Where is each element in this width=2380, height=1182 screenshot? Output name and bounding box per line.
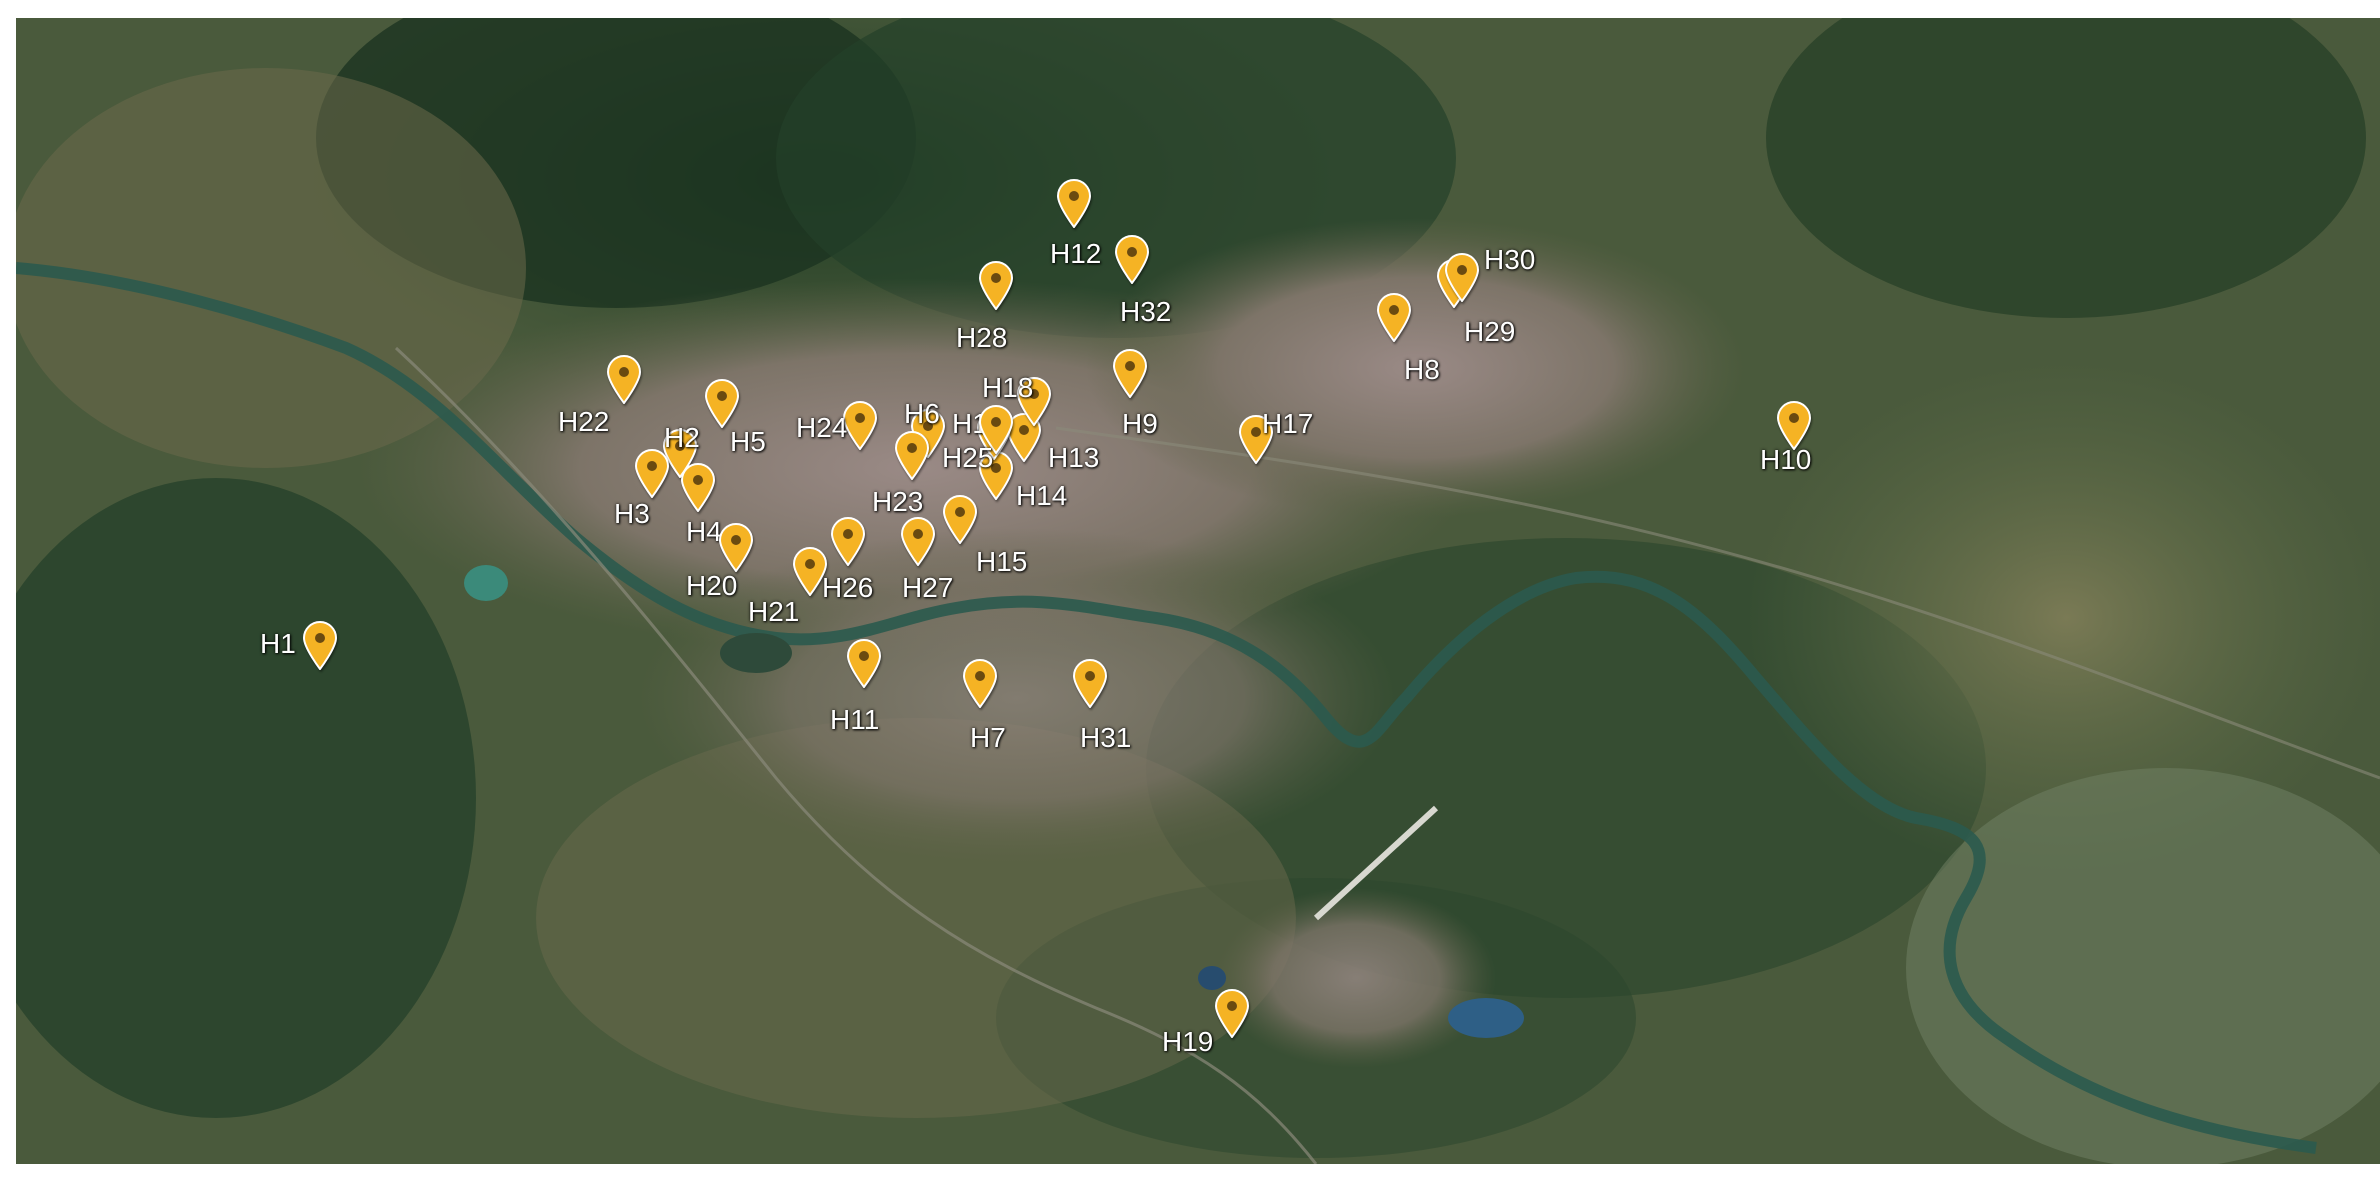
map-pin-icon[interactable]	[941, 494, 979, 544]
marker-label: H6	[904, 398, 940, 429]
marker-label: H24	[796, 412, 848, 443]
marker-label: H8	[1404, 354, 1440, 385]
marker-label: H26	[822, 572, 874, 603]
marker-label: H15	[976, 546, 1028, 577]
marker-label: H20	[686, 570, 738, 601]
marker-label: H25	[942, 442, 994, 473]
marker-label: H30	[1484, 244, 1536, 275]
marker-label: H32	[1120, 296, 1172, 327]
marker-label: H11	[830, 704, 880, 735]
marker-label: H9	[1122, 408, 1158, 439]
map-pin-icon[interactable]	[703, 378, 741, 428]
marker-label: H21	[748, 596, 800, 627]
map-pin-icon[interactable]	[633, 448, 671, 498]
marker-label: H10	[1760, 444, 1812, 475]
marker-label: H13	[1048, 442, 1100, 473]
marker-label: H3	[614, 498, 650, 529]
map-pin-icon[interactable]	[301, 620, 339, 670]
map-pin-icon[interactable]	[829, 516, 867, 566]
marker-label: H14	[1016, 480, 1068, 511]
marker-label: H22	[558, 406, 610, 437]
marker-label: H23	[872, 486, 924, 517]
marker-label: H18	[982, 372, 1034, 403]
map-pin-icon[interactable]	[899, 516, 937, 566]
satellite-map[interactable]: H1 H2 H3 H4 H5 H6 H7 H8 H9 H10 H11 H12 H13 H14 H15 H16 H…	[16, 18, 2380, 1164]
marker-label: H1	[260, 628, 296, 659]
map-pin-icon[interactable]	[977, 260, 1015, 310]
marker-label: H7	[970, 722, 1006, 753]
map-pin-icon[interactable]	[1375, 292, 1413, 342]
map-pin-icon[interactable]	[1111, 348, 1149, 398]
marker-label: H17	[1262, 408, 1314, 439]
map-pin-icon[interactable]	[1055, 178, 1093, 228]
map-pin-icon[interactable]	[893, 430, 931, 480]
marker-label: H31	[1080, 722, 1132, 753]
marker-label: H28	[956, 322, 1008, 353]
map-pin-icon[interactable]	[1443, 252, 1481, 302]
satellite-imagery	[16, 18, 2380, 1164]
marker-label: H27	[902, 572, 954, 603]
map-pin-icon[interactable]	[1113, 234, 1151, 284]
map-pin-icon[interactable]	[605, 354, 643, 404]
map-pin-icon[interactable]	[1213, 988, 1251, 1038]
marker-label: H5	[730, 426, 766, 457]
map-pin-icon[interactable]	[1071, 658, 1109, 708]
marker-label: H19	[1162, 1026, 1214, 1057]
map-pin-icon[interactable]	[679, 462, 717, 512]
map-pin-icon[interactable]	[961, 658, 999, 708]
map-pin-icon[interactable]	[845, 638, 883, 688]
map-pin-icon[interactable]	[717, 522, 755, 572]
map-pin-icon[interactable]	[1775, 400, 1813, 450]
marker-label: H12	[1050, 238, 1102, 269]
marker-label: H29	[1464, 316, 1516, 347]
